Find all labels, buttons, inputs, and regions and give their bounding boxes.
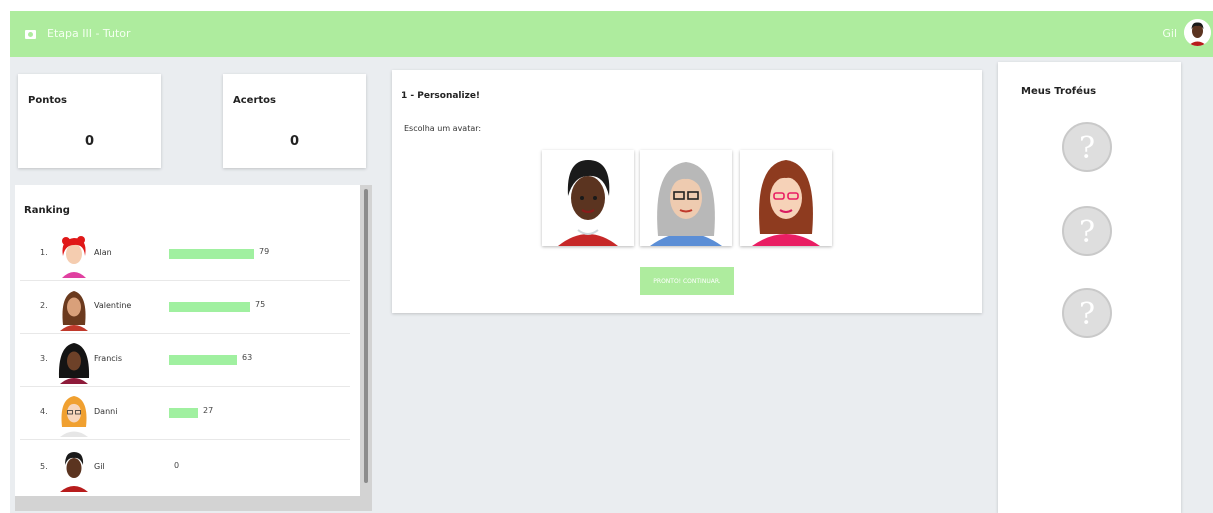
ranking-name: Francis [94, 354, 123, 363]
ranking-scrollbar[interactable] [364, 189, 368, 483]
ranking-score: 0 [174, 461, 180, 470]
ranking-position: 2. [40, 301, 48, 310]
ranking-name: Gil [94, 462, 105, 471]
ranking-position: 1. [40, 248, 48, 257]
hits-value: 0 [289, 134, 300, 149]
question-prompt: Escolha um avatar: [404, 124, 482, 133]
locked-trophy-icon: ? [1062, 288, 1112, 338]
app-title: Etapa III - Tutor [47, 27, 131, 40]
ranking-position: 4. [40, 407, 48, 416]
points-value: 0 [84, 134, 95, 149]
trophies-card: Meus Troféus ? ? ? [998, 62, 1181, 513]
locked-trophy-icon: ? [1062, 206, 1112, 256]
ranking-score: 63 [242, 353, 253, 362]
ranking-name: Valentine [94, 301, 132, 310]
ranking-title: Ranking [24, 205, 70, 216]
question-title: 1 - Personalize! [401, 91, 481, 101]
ranking-score: 27 [203, 406, 214, 415]
trophies-title: Meus Troféus [1021, 86, 1097, 97]
ranking-panel: Ranking 1. Alan 79 2. Valentine 75 3. Fr… [15, 185, 372, 511]
main-area: Pontos 0 Acertos 0 Ranking 1. Alan 79 2.… [10, 57, 1213, 513]
avatar-option-3[interactable] [740, 150, 832, 246]
svg-text:?: ? [1079, 131, 1095, 166]
ranking-avatar [58, 343, 90, 384]
hits-title: Acertos [233, 95, 276, 106]
avatar-option-1[interactable] [542, 150, 634, 246]
score-bar [169, 408, 198, 418]
app-page: Etapa III - Tutor Gil Pontos 0 Acertos 0… [0, 0, 1213, 513]
score-bar [169, 302, 250, 312]
points-card: Pontos 0 [18, 74, 161, 168]
ranking-position: 3. [40, 354, 48, 363]
ranking-row: 1. Alan 79 [20, 228, 350, 281]
ranking-avatar [60, 452, 88, 492]
user-name[interactable]: Gil [1162, 27, 1177, 40]
score-bar [169, 249, 254, 259]
svg-text:?: ? [1079, 215, 1095, 250]
ranking-avatar [60, 291, 88, 331]
continue-button[interactable]: PRONTO! CONTINUAR. [640, 267, 734, 295]
ranking-avatar [62, 236, 86, 278]
user-avatar[interactable] [1184, 19, 1211, 46]
ranking-avatar [60, 396, 88, 437]
ranking-row: 4. Danni 27 [20, 387, 350, 440]
ranking-position: 5. [40, 462, 48, 471]
ranking-row: 3. Francis 63 [20, 334, 350, 387]
ranking-row: 2. Valentine 75 [20, 281, 350, 334]
top-bar: Etapa III - Tutor Gil [10, 11, 1213, 57]
ranking-row: 5. Gil 0 [20, 442, 350, 495]
score-bar [169, 355, 237, 365]
points-title: Pontos [28, 95, 67, 106]
ranking-score: 75 [255, 300, 266, 309]
question-card: 1 - Personalize! Escolha um avatar: PRON… [392, 70, 982, 313]
ranking-name: Danni [94, 407, 118, 416]
camera-icon [25, 30, 36, 39]
avatar-option-2[interactable] [640, 150, 732, 246]
ranking-score: 79 [259, 247, 270, 256]
ranking-list: Ranking 1. Alan 79 2. Valentine 75 3. Fr… [15, 185, 360, 496]
locked-trophy-icon: ? [1062, 122, 1112, 172]
svg-text:?: ? [1079, 297, 1095, 332]
hits-card: Acertos 0 [223, 74, 366, 168]
ranking-name: Alan [94, 248, 112, 257]
